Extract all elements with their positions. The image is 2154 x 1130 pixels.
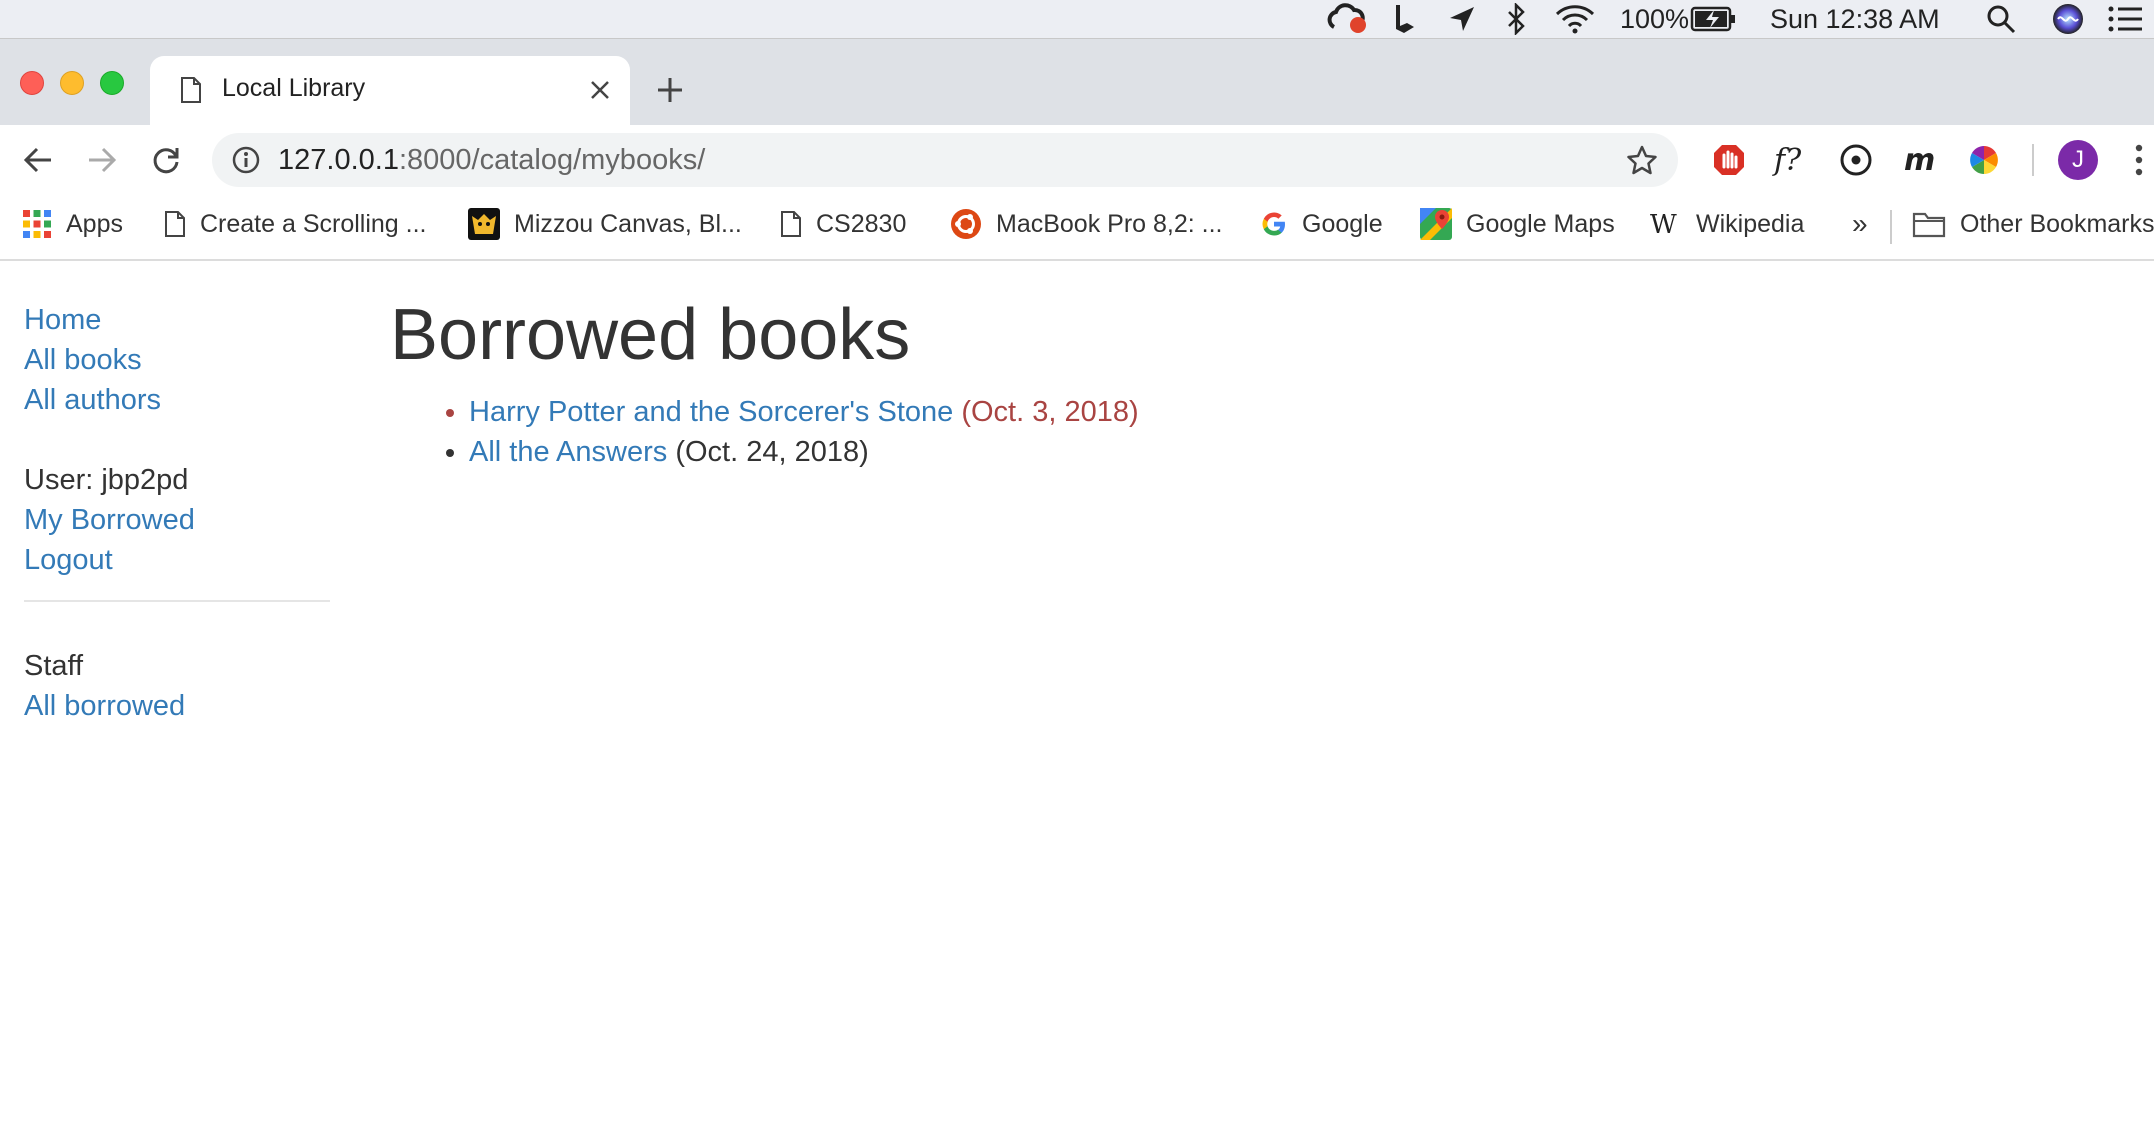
profile-avatar[interactable]: J — [2058, 140, 2098, 180]
book-title-link[interactable]: Harry Potter and the Sorcerer's Stone — [469, 396, 953, 428]
svg-text:f?: f? — [1772, 143, 1802, 178]
book-due-date: (Oct. 24, 2018) — [675, 436, 869, 468]
adblock-extension-icon[interactable] — [1710, 141, 1748, 179]
sidebar-link-all-books[interactable]: All books — [24, 340, 330, 380]
sidebar-link-all-borrowed[interactable]: All borrowed — [24, 686, 330, 726]
bookmark-create-scrolling[interactable]: Create a Scrolling ... — [164, 198, 427, 250]
bookmark-label: Mizzou Canvas, Bl... — [514, 209, 742, 238]
bookmark-wikipedia[interactable]: W Wikipedia — [1650, 198, 1804, 250]
borrowed-book-list: Harry Potter and the Sorcerer's Stone (O… — [390, 392, 1139, 472]
bookmark-label: Wikipedia — [1696, 209, 1805, 238]
bookmark-mizzou-canvas[interactable]: Mizzou Canvas, Bl... — [468, 198, 742, 250]
tab-local-library[interactable]: Local Library — [150, 56, 630, 125]
bookmark-label: CS2830 — [816, 209, 907, 238]
bookmark-google-maps[interactable]: Google Maps — [1420, 198, 1615, 250]
mizzou-logo-icon — [468, 208, 500, 240]
url-text[interactable]: 127.0.0.1:8000/catalog/mybooks/ — [278, 144, 705, 177]
bookmark-label: Create a Scrolling ... — [200, 209, 427, 238]
url-host: 127.0.0.1 — [278, 144, 399, 176]
wifi-icon[interactable] — [1554, 0, 1596, 38]
bookmark-label: Google — [1302, 209, 1383, 238]
new-tab-button[interactable] — [656, 62, 684, 114]
url-path: :8000/catalog/mybooks/ — [398, 144, 706, 176]
close-tab-icon[interactable] — [590, 70, 610, 108]
book-title-link[interactable]: All the Answers — [469, 436, 667, 468]
reload-button[interactable] — [148, 142, 184, 178]
sidebar-staff-heading: Staff — [24, 650, 84, 682]
apps-grid-icon — [22, 209, 52, 239]
svg-text:W: W — [1650, 210, 1677, 238]
ubuntu-logo-icon — [950, 208, 982, 240]
battery-icon[interactable] — [1690, 0, 1736, 38]
color-picker-extension-icon[interactable] — [1966, 142, 2002, 178]
tab-title: Local Library — [222, 74, 366, 102]
battery-percent: 100% — [1620, 3, 1690, 34]
google-maps-icon — [1420, 208, 1452, 240]
svg-text:m: m — [1904, 144, 1935, 176]
bookmark-apps[interactable]: Apps — [22, 198, 123, 250]
location-icon[interactable] — [1448, 0, 1476, 38]
whatfont-extension-icon[interactable]: f? — [1772, 141, 1812, 179]
creative-cloud-icon[interactable] — [1326, 0, 1370, 38]
minimize-window-button[interactable] — [60, 71, 84, 95]
bookmark-other-bookmarks[interactable]: Other Bookmarks — [1912, 198, 2154, 250]
google-logo-icon — [1260, 210, 1288, 238]
bookmark-label: Other Bookmarks — [1960, 209, 2154, 238]
bluetooth-icon[interactable] — [1506, 0, 1526, 38]
siri-icon[interactable] — [2052, 0, 2084, 38]
bookmarks-overflow-chevron[interactable]: » — [1852, 198, 1868, 250]
bookmark-label: Apps — [66, 209, 123, 238]
spotlight-search-icon[interactable] — [1986, 0, 2016, 38]
target-extension-icon[interactable] — [1838, 142, 1874, 178]
page-icon — [180, 76, 202, 109]
main-content: Borrowed books Harry Potter and the Sorc… — [390, 290, 1139, 472]
book-due-date: (Oct. 3, 2018) — [961, 396, 1139, 428]
menu-clock[interactable]: Sun 12:38 AM — [1770, 0, 1940, 38]
bookmark-cs2830[interactable]: CS2830 — [780, 198, 906, 250]
bookmark-label: Google Maps — [1466, 209, 1615, 238]
site-info-icon[interactable] — [232, 146, 260, 179]
sidebar-nav: Home All books All authors User: jbp2pd … — [24, 300, 330, 726]
address-bar[interactable]: 127.0.0.1:8000/catalog/mybooks/ — [212, 133, 1678, 187]
macos-menu-bar: 100% Sun 12:38 AM — [0, 0, 2154, 39]
folder-icon — [1912, 210, 1946, 238]
toolbar-divider — [2032, 144, 2034, 176]
borrowed-book-item: All the Answers (Oct. 24, 2018) — [469, 432, 1139, 472]
page-icon — [780, 210, 802, 238]
forward-button[interactable] — [84, 142, 120, 178]
notification-center-icon[interactable] — [2108, 0, 2142, 38]
sidebar-link-home[interactable]: Home — [24, 300, 330, 340]
bookmark-macbook-pro[interactable]: MacBook Pro 8,2: ... — [950, 198, 1223, 250]
wikipedia-icon: W — [1650, 210, 1682, 238]
bookmarks-divider — [1890, 210, 1892, 244]
sidebar-divider — [24, 600, 330, 602]
maximize-window-button[interactable] — [100, 71, 124, 95]
page-icon — [164, 210, 186, 238]
bookmark-star-icon[interactable] — [1626, 144, 1658, 181]
browser-menu-icon[interactable] — [2132, 140, 2146, 180]
bookmark-google[interactable]: Google — [1260, 198, 1383, 250]
page-title: Borrowed books — [390, 295, 911, 375]
mercury-extension-icon[interactable]: m — [1902, 141, 1938, 179]
bookmark-label: MacBook Pro 8,2: ... — [996, 209, 1223, 238]
close-window-button[interactable] — [20, 71, 44, 95]
back-button[interactable] — [20, 142, 56, 178]
sidebar-user-label: User: jbp2pd — [24, 464, 189, 496]
borrowed-book-item-overdue: Harry Potter and the Sorcerer's Stone (O… — [469, 392, 1139, 432]
sidebar-link-logout[interactable]: Logout — [24, 540, 330, 580]
sidebar-link-my-borrowed[interactable]: My Borrowed — [24, 500, 330, 540]
bing-icon[interactable] — [1392, 0, 1416, 38]
sidebar-link-all-authors[interactable]: All authors — [24, 380, 330, 420]
